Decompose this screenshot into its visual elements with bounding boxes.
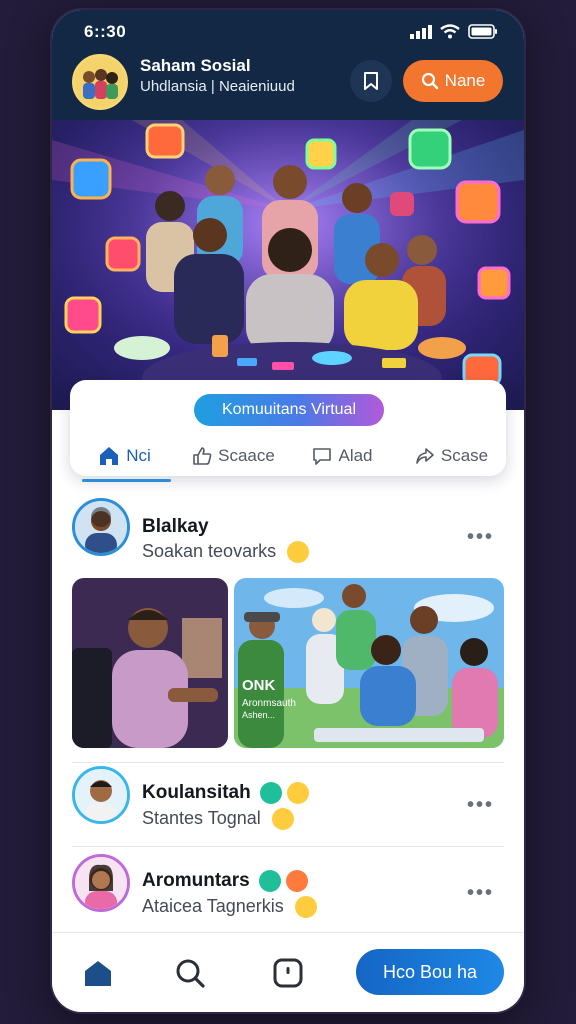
- home-icon: [85, 961, 111, 986]
- tab-like-label: Scaace: [218, 446, 275, 465]
- nav-home-button[interactable]: [80, 955, 116, 991]
- photo-caption-line3: Ashen...: [242, 710, 275, 720]
- tab-home[interactable]: Nci: [70, 436, 179, 482]
- photo-caption-line1: ONK: [242, 677, 276, 694]
- photo-man-laughing: [72, 578, 228, 748]
- app-title: Saham Sosial: [140, 56, 251, 75]
- hero-image: [52, 120, 524, 410]
- post-status-text: Soakan teovarks: [142, 541, 310, 564]
- hero-illustration: [52, 120, 524, 410]
- battery-icon: [468, 24, 497, 39]
- tab-comment[interactable]: Alad: [288, 436, 397, 476]
- wink-emoji-icon: [287, 782, 310, 804]
- comment-icon: [313, 448, 332, 465]
- tab-comment-label: Alad: [338, 446, 373, 465]
- share-icon: [416, 448, 434, 464]
- avatar-image: [75, 857, 127, 909]
- community-pill[interactable]: Komuuitans Virtual: [194, 394, 384, 426]
- post-status-text: Ataicea Tagnerkis: [142, 896, 317, 919]
- bookmark-icon: [364, 72, 378, 90]
- post-status-label: Ataicea Tagnerkis: [142, 896, 284, 916]
- name-button-label: Nane: [444, 71, 486, 90]
- post-author-label: Koulansitah: [142, 782, 251, 804]
- more-options-icon[interactable]: •••: [467, 882, 494, 905]
- post-author-name[interactable]: Blalkay: [142, 516, 209, 538]
- smile-emoji-icon: [294, 896, 317, 919]
- name-search-button[interactable]: Nane: [403, 60, 503, 102]
- post-status-text: Stantes Tognal: [142, 808, 294, 831]
- tab-share[interactable]: Scase: [397, 436, 506, 476]
- divider: [72, 846, 504, 847]
- post-status-label: Soakan teovarks: [142, 541, 277, 561]
- cta-button[interactable]: Hco Bou ha: [356, 949, 504, 995]
- community-tabs: Nci Scaace Alad Scase: [70, 436, 506, 482]
- square-dot-icon: [273, 958, 303, 988]
- smile-emoji-icon: [287, 541, 310, 564]
- photo-caption-line2: Aronmsauth: [242, 698, 296, 709]
- avatar-image: [75, 501, 127, 553]
- home-icon: [100, 447, 119, 465]
- tab-like[interactable]: Scaace: [179, 436, 288, 476]
- group-avatar-image: [75, 57, 125, 107]
- nav-search-button[interactable]: [172, 955, 208, 991]
- group-avatar[interactable]: [72, 54, 128, 110]
- post-photo-right[interactable]: ONK Aronmsauth Ashen...: [234, 578, 504, 748]
- post-author-name[interactable]: Aromuntars: [142, 870, 309, 892]
- signal-icon: [410, 24, 432, 39]
- search-icon: [421, 72, 438, 90]
- photo-group-outdoors: ONK Aronmsauth Ashen...: [234, 578, 504, 748]
- tab-home-label: Nci: [126, 446, 151, 465]
- bookmark-button[interactable]: [350, 60, 392, 102]
- nav-square-button[interactable]: [270, 955, 306, 991]
- chat-badge-icon: [258, 870, 281, 892]
- more-options-icon[interactable]: •••: [467, 794, 494, 817]
- app-header: 6::30 Saham Sosial Uhdlansia | Neaieniuu…: [52, 10, 524, 120]
- chat-badge-icon: [260, 782, 283, 804]
- thumbs-up-icon: [193, 447, 212, 465]
- phone-frame: 6::30 Saham Sosial Uhdlansia | Neaieniuu…: [52, 10, 524, 1012]
- smile-emoji-icon: [271, 808, 294, 831]
- divider: [72, 762, 504, 763]
- search-icon: [176, 959, 205, 988]
- bottom-navigation: Hco Bou ha: [52, 932, 524, 1012]
- avatar[interactable]: [72, 766, 130, 824]
- tab-share-label: Scase: [440, 446, 489, 465]
- post-status-label: Stantes Tognal: [142, 808, 261, 828]
- app-subtitle: Uhdlansia | Neaieniuud: [140, 78, 295, 95]
- avatar[interactable]: [72, 498, 130, 556]
- avatar-image: [75, 769, 127, 821]
- post-author-name[interactable]: Koulansitah: [142, 782, 310, 804]
- more-options-icon[interactable]: •••: [467, 526, 494, 549]
- status-icons: [410, 24, 498, 39]
- post-photo-left[interactable]: [72, 578, 228, 748]
- post-author-label: Aromuntars: [142, 870, 250, 892]
- wifi-icon: [440, 24, 460, 39]
- sad-emoji-icon: [286, 870, 309, 892]
- avatar[interactable]: [72, 854, 130, 912]
- status-time: 6::30: [84, 22, 127, 41]
- status-bar: 6::30: [52, 10, 524, 52]
- community-card: Komuuitans Virtual Nci Scaace Alad Scase: [70, 380, 506, 482]
